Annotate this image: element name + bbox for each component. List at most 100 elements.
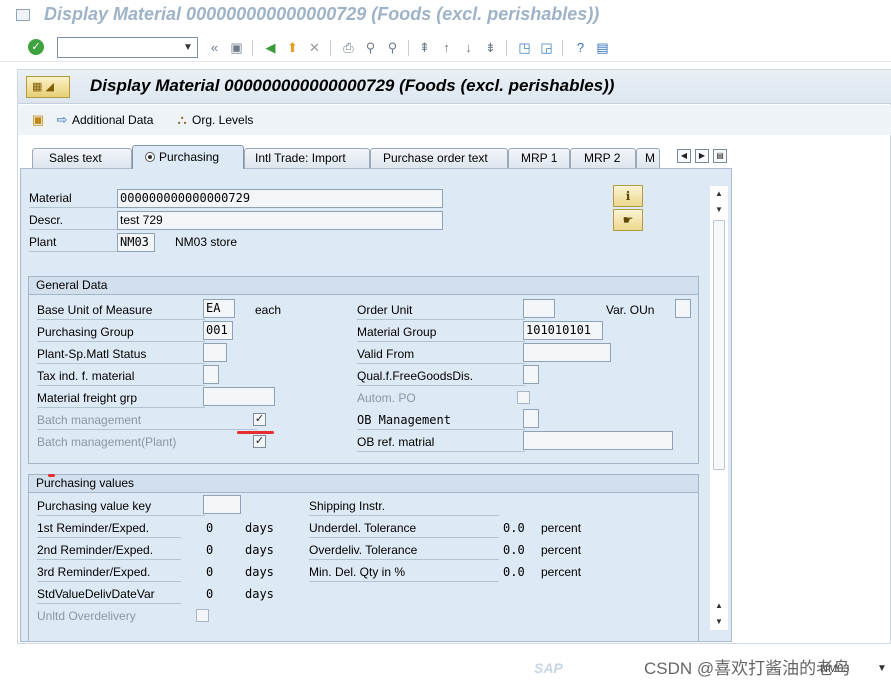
vertical-scrollbar[interactable]: ▲ ▼ ▲ ▼ bbox=[710, 186, 728, 630]
underdel-tolerance-unit: percent bbox=[541, 521, 582, 535]
find-icon[interactable]: ⚲ bbox=[362, 39, 379, 56]
system-dropdown-icon[interactable]: ▼ bbox=[877, 663, 887, 674]
command-field[interactable]: ▼ bbox=[57, 37, 198, 58]
tax-indicator-field[interactable] bbox=[203, 365, 219, 384]
sap-logo: SAP bbox=[534, 660, 563, 676]
tab-scroll-left-icon[interactable]: ◀ bbox=[677, 149, 691, 163]
screen-menu-icon[interactable]: ▦ ◢ bbox=[26, 76, 70, 98]
handshake-icon[interactable]: ☛ bbox=[613, 209, 643, 231]
title-bar: Display Material 000000000000000729 (Foo… bbox=[0, 0, 891, 30]
order-unit-field[interactable] bbox=[523, 299, 555, 318]
enter-icon[interactable]: ✓ bbox=[28, 39, 44, 55]
general-data-title: General Data bbox=[29, 277, 698, 295]
plant-status-field[interactable] bbox=[203, 343, 227, 362]
org-levels-button[interactable]: ⛬ Org. Levels bbox=[174, 111, 253, 129]
tab-mrp-1[interactable]: MRP 1 bbox=[508, 148, 570, 168]
tab-intl-trade-import[interactable]: Intl Trade: Import bbox=[244, 148, 370, 168]
window-title: Display Material 000000000000000729 (Foo… bbox=[44, 4, 600, 24]
reminder-1-value: 0 bbox=[206, 521, 214, 535]
new-session-icon[interactable]: ◳ bbox=[516, 39, 533, 56]
purch-value-key-field[interactable] bbox=[203, 495, 241, 514]
qual-free-goods-label: Qual.f.FreeGoodsDis. bbox=[357, 367, 525, 386]
back-icon[interactable]: ◀ bbox=[262, 39, 279, 56]
window-menu-icon[interactable] bbox=[16, 9, 30, 21]
arrow-right-icon: ⇨ bbox=[56, 112, 68, 127]
plant-name: NM03 store bbox=[175, 235, 238, 249]
std-value-deliv-value: 0 bbox=[206, 587, 214, 601]
tab-mrp-2[interactable]: MRP 2 bbox=[570, 148, 636, 168]
layout-menu-icon[interactable]: ▤ bbox=[594, 39, 611, 56]
ob-management-label: OB Management bbox=[357, 411, 525, 430]
material-group-field[interactable]: 101010101 bbox=[523, 321, 603, 340]
tab-purchasing[interactable]: Purchasing bbox=[132, 145, 244, 169]
purch-group-label: Purchasing Group bbox=[37, 323, 205, 342]
screen-title: Display Material 000000000000000729 (Foo… bbox=[90, 76, 615, 95]
base-uom-label: Base Unit of Measure bbox=[37, 301, 205, 320]
purchasing-values-title: Purchasing values bbox=[29, 475, 698, 493]
tab-purchase-order-text[interactable]: Purchase order text bbox=[370, 148, 508, 168]
reminder-2-label: 2nd Reminder/Exped. bbox=[37, 541, 181, 560]
watermark: CSDN @喜欢打酱油的老鸟 bbox=[644, 659, 851, 678]
tab-more[interactable]: M bbox=[636, 148, 660, 168]
description-field[interactable]: test 729 bbox=[117, 211, 443, 230]
plant-field[interactable]: NM03 bbox=[117, 233, 155, 252]
previous-page-icon[interactable]: ↑ bbox=[438, 39, 455, 56]
scroll-up-icon[interactable]: ▲ bbox=[714, 189, 724, 199]
autom-po-checkbox bbox=[517, 391, 530, 404]
purchasing-values-group: Purchasing values Purchasing value key S… bbox=[28, 474, 699, 641]
command-input[interactable] bbox=[58, 38, 176, 57]
purch-group-field[interactable]: 001 bbox=[203, 321, 233, 340]
min-del-qty-label: Min. Del. Qty in % bbox=[309, 563, 499, 582]
qual-free-goods-field[interactable] bbox=[523, 365, 539, 384]
tab-list-icon[interactable]: ▤ bbox=[713, 149, 727, 163]
last-page-icon[interactable]: ⇟ bbox=[482, 39, 499, 56]
valid-from-field[interactable] bbox=[523, 343, 611, 362]
ob-management-field[interactable] bbox=[523, 409, 539, 428]
plant-label: Plant bbox=[29, 233, 121, 252]
base-uom-field[interactable]: EA bbox=[203, 299, 235, 318]
underdel-tolerance-label: Underdel. Tolerance bbox=[309, 519, 499, 538]
batch-management-label: Batch management bbox=[37, 411, 257, 430]
scroll-down-icon[interactable]: ▼ bbox=[714, 205, 724, 215]
batch-management-plant-label: Batch management(Plant) bbox=[37, 435, 177, 449]
order-unit-label: Order Unit bbox=[357, 301, 525, 320]
annotation-underline bbox=[237, 431, 274, 434]
shortcut-icon[interactable]: ◲ bbox=[538, 39, 555, 56]
unltd-overdelivery-label: Unltd Overdelivery bbox=[37, 609, 136, 623]
collapse-icon[interactable]: « bbox=[206, 39, 223, 56]
print-icon[interactable]: ⎙ bbox=[340, 39, 357, 56]
find-next-icon[interactable]: ⚲ bbox=[384, 39, 401, 56]
material-label: Material bbox=[29, 189, 121, 208]
ob-ref-material-label: OB ref. matrial bbox=[357, 433, 525, 452]
std-value-deliv-unit: days bbox=[245, 587, 274, 601]
material-field[interactable]: 000000000000000729 bbox=[117, 189, 443, 208]
help-icon[interactable]: ? bbox=[572, 39, 589, 56]
other-view-button[interactable]: ▣ bbox=[30, 111, 48, 129]
reminder-2-value: 0 bbox=[206, 543, 214, 557]
save-icon[interactable]: ▣ bbox=[228, 39, 245, 56]
tab-sales-text[interactable]: Sales text bbox=[32, 148, 132, 168]
cancel-icon[interactable]: ✕ bbox=[306, 39, 323, 56]
scroll-up-bottom-icon[interactable]: ▲ bbox=[714, 601, 724, 611]
overdel-tolerance-value: 0.0 bbox=[503, 543, 525, 557]
reminder-2-unit: days bbox=[245, 543, 274, 557]
first-page-icon[interactable]: ⇞ bbox=[416, 39, 433, 56]
ob-ref-material-field[interactable] bbox=[523, 431, 673, 450]
tab-scroll-right-icon[interactable]: ▶ bbox=[695, 149, 709, 163]
application-toolbar: ▣ ⇨ Additional Data ⛬ Org. Levels bbox=[18, 105, 891, 135]
batch-management-plant-checkbox: ✓ bbox=[253, 435, 266, 448]
autom-po-label: Autom. PO bbox=[357, 391, 416, 405]
standard-toolbar: ✓ ▼ « ▣ ◀ ⬆ ✕ ⎙ ⚲ ⚲ ⇞ ↑ ↓ ⇟ ◳ ◲ ? ▤ bbox=[0, 32, 891, 62]
freight-group-field[interactable] bbox=[203, 387, 275, 406]
var-oun-label: Var. OUn bbox=[606, 303, 655, 317]
scroll-thumb[interactable] bbox=[713, 220, 725, 470]
var-oun-field[interactable] bbox=[675, 299, 691, 318]
additional-data-button[interactable]: ⇨ Additional Data bbox=[54, 111, 154, 129]
info-icon[interactable]: ℹ bbox=[613, 185, 643, 207]
next-page-icon[interactable]: ↓ bbox=[460, 39, 477, 56]
chevron-down-icon[interactable]: ▼ bbox=[179, 38, 197, 57]
tab-strip: Sales text Purchasing Intl Trade: Import… bbox=[18, 145, 748, 169]
views-icon: ▣ bbox=[31, 112, 45, 127]
scroll-down-bottom-icon[interactable]: ▼ bbox=[714, 617, 724, 627]
exit-icon[interactable]: ⬆ bbox=[284, 39, 301, 56]
